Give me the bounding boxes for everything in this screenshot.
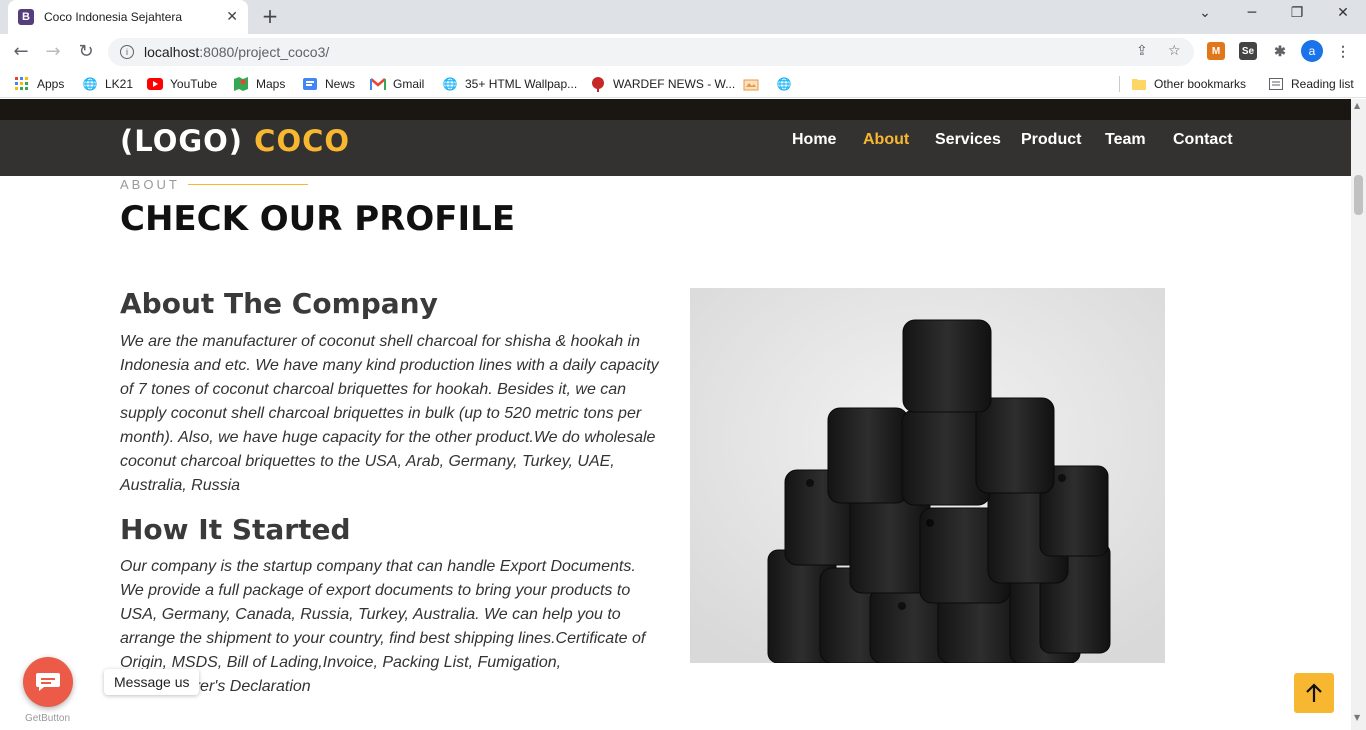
maps-icon	[233, 76, 249, 92]
bookmark-globe[interactable]: 🌐	[776, 76, 799, 92]
bookmark-lk21[interactable]: 🌐 LK21	[82, 76, 134, 92]
bookmark-label: 35+ HTML Wallpap...	[465, 77, 578, 91]
section-label: ABOUT	[120, 177, 180, 192]
site-logo[interactable]: (LOGO) COCO	[120, 124, 350, 158]
globe-icon: 🌐	[776, 77, 792, 91]
new-tab-icon[interactable]: +	[258, 4, 282, 28]
bookmark-maps[interactable]: Maps	[233, 76, 285, 92]
other-bookmarks-label: Other bookmarks	[1154, 77, 1247, 91]
nav-about[interactable]: About	[863, 131, 909, 149]
bookmark-label: YouTube	[170, 77, 218, 91]
youtube-icon	[147, 76, 163, 92]
bookmark-wardef[interactable]: WARDEF NEWS - W...	[590, 76, 735, 92]
bootstrap-favicon-icon: B	[18, 9, 34, 25]
bookmark-label: Apps	[37, 77, 65, 91]
message-us-button[interactable]	[23, 657, 73, 707]
section-title: CHECK OUR PROFILE	[120, 199, 516, 239]
share-icon[interactable]: ⇪	[1136, 43, 1148, 59]
tab-close-icon[interactable]: ✕	[226, 9, 238, 25]
close-window-icon[interactable]: ✕	[1333, 5, 1353, 21]
chat-bubble-icon	[36, 673, 60, 691]
site-navbar: (LOGO) COCO Home About Services Product …	[0, 120, 1351, 176]
company-text: We are the manufacturer of coconut shell…	[120, 333, 659, 494]
globe-icon: 🌐	[82, 77, 98, 91]
started-text: Our company is the startup company that …	[120, 558, 646, 695]
minimize-icon[interactable]: ─	[1242, 5, 1262, 21]
bookmark-gmail[interactable]: Gmail	[370, 76, 424, 92]
charcoal-briquettes-image	[690, 288, 1165, 663]
globe-icon: 🌐	[442, 77, 458, 91]
reading-list-icon	[1268, 76, 1284, 92]
bookmark-label: Maps	[256, 77, 286, 91]
nav-services[interactable]: Services	[935, 131, 1001, 149]
browser-toolbar: ← → ↻ i localhost:8080/project_coco3/ ⇪ …	[0, 34, 1366, 70]
back-icon[interactable]: ←	[10, 41, 32, 62]
nav-product[interactable]: Product	[1021, 131, 1081, 149]
extensions-puzzle-icon[interactable]: ✱	[1271, 42, 1289, 60]
page-viewport: (LOGO) COCO Home About Services Product …	[0, 99, 1351, 730]
address-bar[interactable]: i localhost:8080/project_coco3/ ⇪ ☆	[108, 38, 1194, 66]
folder-icon	[1131, 76, 1147, 92]
bookmark-label: LK21	[105, 77, 134, 91]
bookmark-wallpapers[interactable]: 🌐 35+ HTML Wallpap...	[442, 76, 578, 92]
arrow-up-icon	[1306, 683, 1322, 702]
started-heading: How It Started	[120, 513, 351, 546]
other-bookmarks[interactable]: Other bookmarks	[1131, 76, 1246, 92]
company-heading: About The Company	[120, 287, 438, 320]
nav-contact[interactable]: Contact	[1173, 131, 1233, 149]
news-icon	[302, 76, 318, 92]
nav-team[interactable]: Team	[1105, 131, 1146, 149]
url-text: localhost:8080/project_coco3/	[144, 44, 330, 60]
gmail-icon	[370, 76, 386, 92]
hero-strip	[0, 99, 1351, 120]
tab-title: Coco Indonesia Sejahtera	[44, 10, 183, 24]
bookmark-divider	[1119, 76, 1120, 92]
tab-search-icon[interactable]: ⌄	[1195, 5, 1215, 21]
section-divider	[188, 184, 308, 185]
site-info-icon[interactable]: i	[120, 45, 134, 59]
selenium-icon[interactable]: Se	[1239, 42, 1257, 60]
profile-avatar[interactable]: a	[1301, 40, 1323, 62]
metamask-icon[interactable]: M	[1207, 42, 1225, 60]
bookmark-label: Gmail	[393, 77, 425, 91]
reading-list[interactable]: Reading list	[1268, 76, 1354, 92]
bookmark-star-icon[interactable]: ☆	[1168, 43, 1181, 59]
page-scrollbar[interactable]: ▲ ▼	[1351, 99, 1366, 730]
reload-icon[interactable]: ↻	[75, 41, 97, 62]
restore-icon[interactable]: ❐	[1287, 5, 1307, 21]
reading-list-label: Reading list	[1291, 77, 1354, 91]
scroll-thumb[interactable]	[1354, 175, 1363, 215]
apps-icon	[14, 76, 30, 92]
bookmark-news[interactable]: News	[302, 76, 355, 92]
browser-tab[interactable]: B Coco Indonesia Sejahtera ✕	[8, 0, 248, 34]
bookmark-label: News	[325, 77, 356, 91]
bookmark-youtube[interactable]: YouTube	[147, 76, 217, 92]
getbutton-credit[interactable]: GetButton	[25, 713, 70, 724]
back-to-top-button[interactable]	[1294, 673, 1334, 713]
message-us-label[interactable]: Message us	[104, 669, 200, 695]
bookmark-folder-orange[interactable]	[743, 76, 766, 92]
photo-folder-icon	[743, 76, 759, 92]
bookmark-apps[interactable]: Apps	[14, 76, 64, 92]
wardef-icon	[590, 76, 606, 92]
bookmark-label: WARDEF NEWS - W...	[613, 77, 736, 91]
menu-kebab-icon[interactable]: ⋮	[1334, 42, 1352, 60]
bookmarks-bar: Apps 🌐 LK21 YouTube Maps News Gmail 🌐 35+ …	[0, 70, 1366, 98]
scroll-up-icon[interactable]: ▲	[1354, 101, 1360, 110]
scroll-down-icon[interactable]: ▼	[1354, 713, 1360, 722]
forward-icon[interactable]: →	[42, 41, 64, 62]
browser-tab-bar: B Coco Indonesia Sejahtera ✕ + ⌄ ─ ❐ ✕	[0, 0, 1366, 34]
nav-home[interactable]: Home	[792, 131, 836, 149]
